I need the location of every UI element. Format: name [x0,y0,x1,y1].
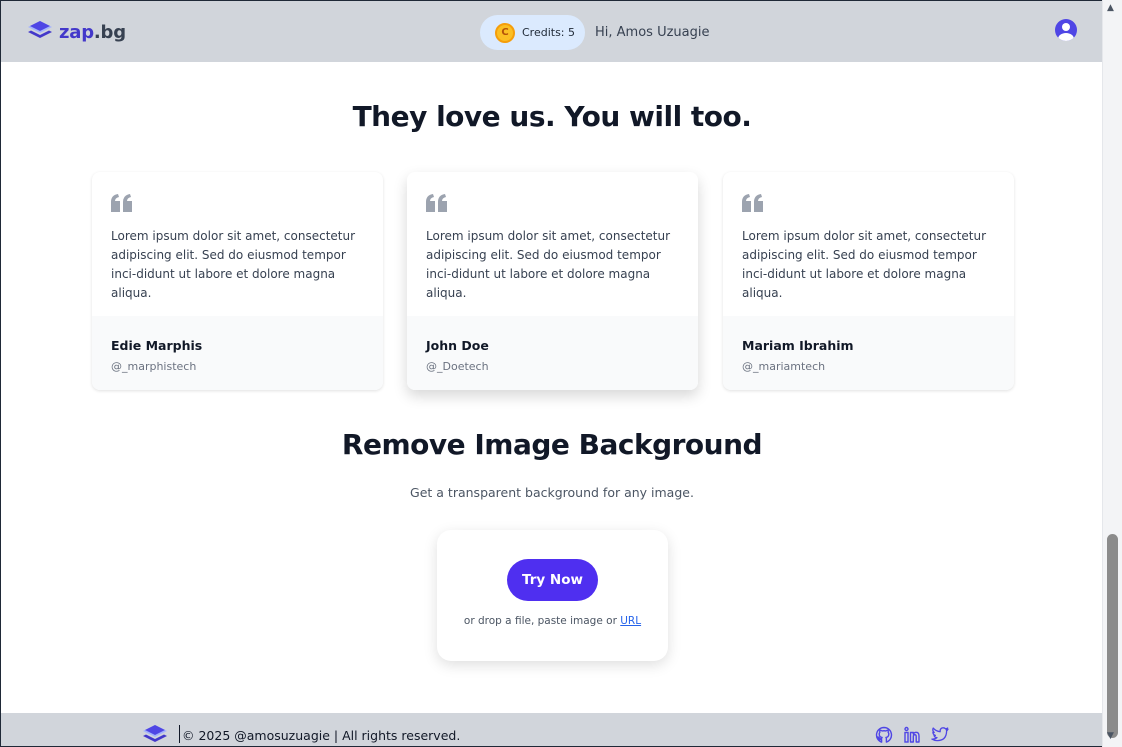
quote-icon [111,194,132,212]
remove-bg-title: Remove Image Background [341,428,763,461]
author-name: Mariam Ibrahim [742,338,854,353]
top-navbar: zap.bg C Credits: 5 Hi, Amos Uzuagie [1,0,1102,62]
url-link[interactable]: URL [620,615,641,627]
testimonial-card: Lorem ipsum dolor sit amet, consectetur … [723,172,1014,390]
brand-name-main: zap [59,21,94,43]
linkedin-icon[interactable] [903,726,921,744]
testimonial-author: Edie Marphis @_marphistech [92,316,383,390]
testimonial-text: Lorem ipsum dolor sit amet, consectetur … [742,229,987,300]
coin-icon: C [495,22,515,43]
remove-bg-subtitle: Get a transparent background for any ima… [410,485,694,500]
testimonial-text: Lorem ipsum dolor sit amet, consectetur … [426,229,671,300]
credits-label: Credits: 5 [522,26,576,39]
footer-logo-icon[interactable] [143,723,167,746]
footer: © 2025 @amosuzuagie | All rights reserve… [1,713,1102,746]
author-handle: @_Doetech [426,360,489,373]
testimonials-title: They love us. You will too. [352,100,752,133]
user-avatar-icon[interactable] [1055,19,1077,41]
brand-name-tld: .bg [93,21,126,43]
github-icon[interactable] [875,726,893,744]
page-scrollbar[interactable]: ▲ ▼ [1102,0,1122,747]
quote-icon [742,194,763,212]
quote-icon [426,194,447,212]
drop-hint-text: or drop a file, paste image or [463,615,617,627]
testimonial-text: Lorem ipsum dolor sit amet, consectetur … [111,229,356,300]
testimonial-card: Lorem ipsum dolor sit amet, consectetur … [92,172,383,390]
testimonial-author: John Doe @_Doetech [407,316,698,390]
author-handle: @_mariamtech [742,360,826,373]
author-name: Edie Marphis [111,338,203,353]
credits-badge[interactable]: C Credits: 5 [480,15,585,50]
footer-divider [179,725,180,743]
page: zap.bg C Credits: 5 Hi, Amos Uzuagie The… [0,0,1102,747]
user-greeting: Hi, Amos Uzuagie [595,25,710,40]
brand-logo[interactable]: zap.bg [28,19,126,45]
scrollbar-thumb[interactable] [1107,534,1118,738]
drop-hint: or drop a file, paste image or URL [437,615,668,627]
author-handle: @_marphistech [111,360,197,373]
testimonial-author: Mariam Ibrahim @_mariamtech [723,316,1014,390]
layers-logo-icon [28,19,52,45]
brand-name: zap.bg [59,22,126,43]
author-name: John Doe [426,338,489,353]
scroll-down-arrow-icon[interactable]: ▼ [1107,731,1114,741]
testimonial-card: Lorem ipsum dolor sit amet, consectetur … [407,172,698,390]
copyright-text: © 2025 @amosuzuagie | All rights reserve… [182,728,461,743]
scroll-up-arrow-icon[interactable]: ▲ [1107,3,1114,13]
try-now-button[interactable]: Try Now [507,559,598,601]
twitter-icon[interactable] [931,726,949,744]
upload-dropzone[interactable]: Try Now or drop a file, paste image or U… [437,530,668,661]
